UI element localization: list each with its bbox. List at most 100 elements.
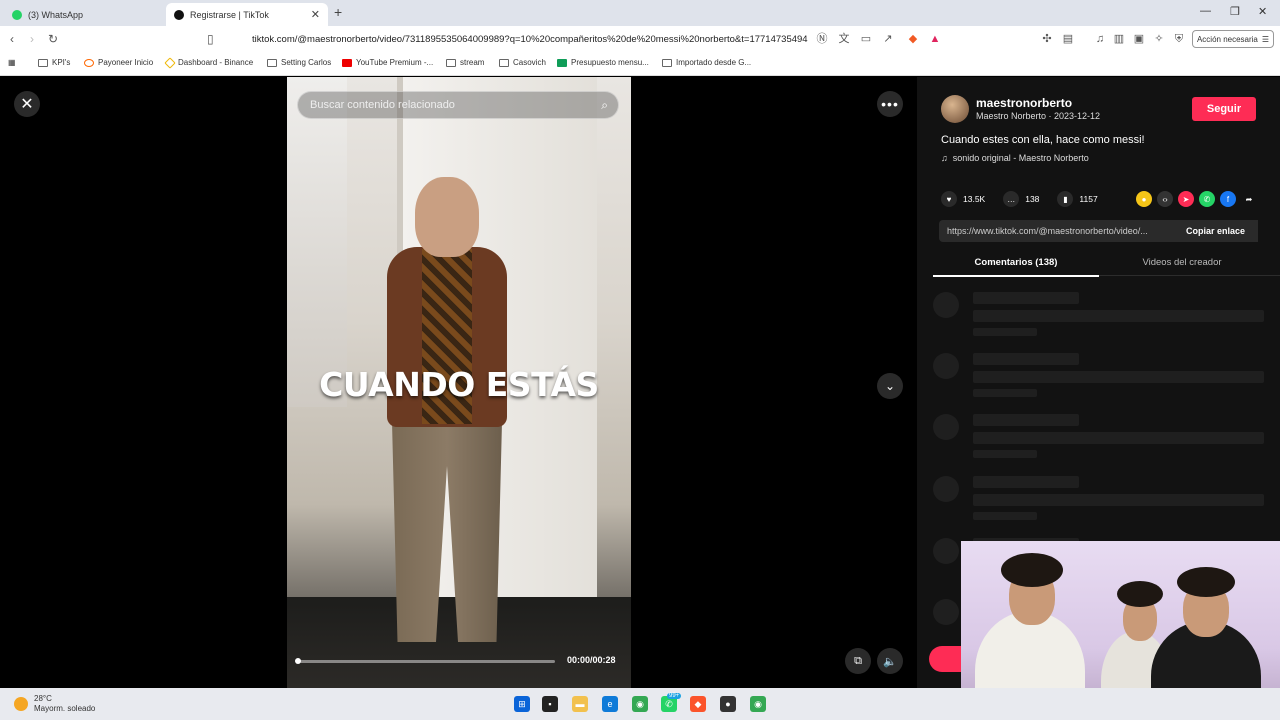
maximize-icon[interactable]: ❐	[1230, 5, 1240, 18]
sun-icon	[14, 697, 28, 711]
youtube-icon	[342, 58, 352, 67]
new-tab-button[interactable]: +	[334, 4, 342, 20]
author-date: Maestro Norberto · 2023-12-12	[976, 111, 1101, 121]
comment-icon: …	[1003, 191, 1020, 207]
coin-icon[interactable]: ●	[1136, 191, 1152, 207]
payoneer-icon	[84, 58, 94, 67]
whatsapp-icon[interactable]: ✆	[1199, 191, 1215, 207]
folder-icon	[267, 58, 277, 67]
chrome-icon[interactable]: ◉	[632, 696, 648, 712]
follow-button[interactable]: Seguir	[1192, 97, 1256, 121]
video-stage: ✕ Buscar contenido relacionado ⌕ CUANDO …	[0, 77, 917, 688]
progress-knob[interactable]	[295, 658, 301, 664]
temperature: 28°C	[34, 694, 52, 703]
music-link[interactable]: ♫ sonido original - Maestro Norberto	[941, 153, 1089, 163]
comment-button[interactable]: … 138	[1003, 191, 1039, 207]
bookmark-item[interactable]: Payoneer Inicio	[84, 58, 153, 67]
brave-icon[interactable]: ◆	[690, 696, 706, 712]
music-note-icon: ♫	[941, 153, 948, 163]
avatar[interactable]	[941, 95, 969, 123]
url-field[interactable]: tiktok.com/@maestronorberto/video/731189…	[228, 29, 808, 49]
bookmarks-bar: ▦ KPI's Payoneer Inicio Dashboard - Bina…	[0, 52, 1280, 76]
video-progress-bar[interactable]	[295, 658, 555, 664]
weather-widget[interactable]: 28°C Mayorm. soleado	[14, 694, 95, 714]
reload-icon[interactable]: ↻	[48, 32, 58, 46]
volume-icon[interactable]: 🔈	[877, 648, 903, 674]
more-options-icon[interactable]: •••	[877, 91, 903, 117]
translate-icon[interactable]: 文	[837, 32, 851, 46]
comment-skeleton	[933, 414, 1273, 464]
weather-status: Mayorm. soleado	[34, 704, 96, 713]
share-page-icon[interactable]: ↗	[881, 32, 895, 46]
close-icon[interactable]: ✕	[14, 91, 40, 117]
search-icon[interactable]: ⌕	[601, 98, 608, 113]
panel-icon[interactable]: ▥	[1112, 32, 1126, 46]
video-time: 00:00/00:28	[567, 655, 616, 665]
menu-icon: ☰	[1261, 34, 1270, 44]
comment-skeleton	[933, 353, 1273, 403]
bookmark-item[interactable]: Dashboard - Binance	[164, 56, 253, 69]
video-subject	[367, 177, 547, 657]
minimize-icon[interactable]: —	[1200, 5, 1211, 17]
leo-icon[interactable]: ✧	[1152, 32, 1166, 46]
like-button[interactable]: ♥ 13.5K	[941, 191, 985, 207]
send-icon[interactable]: ➤	[1178, 191, 1194, 207]
comment-skeleton	[933, 476, 1273, 526]
bookmark-item[interactable]: YouTube Premium -...	[342, 58, 433, 67]
binance-icon	[164, 56, 176, 69]
file-explorer-icon[interactable]: ▬	[572, 696, 588, 712]
related-search-input[interactable]: Buscar contenido relacionado ⌕	[297, 91, 619, 119]
brave-rewards-icon[interactable]: ▲	[928, 32, 942, 46]
facebook-icon[interactable]: f	[1220, 191, 1236, 207]
start-icon[interactable]: ⊞	[514, 696, 530, 712]
reader-icon[interactable]: Ⓝ	[815, 32, 829, 46]
username[interactable]: maestronorberto	[976, 96, 1072, 110]
chrome-profile-icon[interactable]: ◉	[750, 696, 766, 712]
copy-link-button[interactable]: Copiar enlace	[1173, 220, 1258, 242]
folder-icon	[662, 58, 672, 67]
forward-icon[interactable]: ›	[30, 32, 34, 46]
tab-whatsapp[interactable]: (3) WhatsApp	[4, 3, 164, 26]
obs-icon[interactable]: ●	[720, 696, 736, 712]
sidebar-icon[interactable]: ▤	[1061, 32, 1075, 46]
vpn-icon[interactable]: ⛨	[1172, 32, 1186, 46]
task-view-icon[interactable]: ▪	[542, 696, 558, 712]
bookmark-item[interactable]: stream	[446, 58, 484, 67]
extensions-icon[interactable]: ✣	[1040, 32, 1054, 46]
cast-icon[interactable]: ▭	[859, 32, 873, 46]
embed-icon[interactable]: ‹›	[1157, 191, 1173, 207]
edge-icon[interactable]: e	[602, 696, 618, 712]
sheets-icon	[557, 58, 567, 67]
whatsapp-icon	[12, 9, 22, 20]
bookmark-item[interactable]: KPI's	[38, 58, 70, 67]
music-icon[interactable]: ♫	[1093, 32, 1107, 46]
share-icons: ● ‹› ➤ ✆ f ➦	[1136, 191, 1257, 207]
bookmark-icon: ▮	[1057, 191, 1074, 207]
tab-title: (3) WhatsApp	[28, 9, 84, 20]
bookmark-item[interactable]: Casovich	[499, 58, 546, 67]
close-tab-icon[interactable]: ✕	[311, 8, 320, 21]
tab-tiktok[interactable]: Registrarse | TikTok ✕	[166, 3, 328, 26]
chevron-down-icon[interactable]: ⌄	[877, 373, 903, 399]
save-button[interactable]: ▮ 1157	[1057, 191, 1098, 207]
bookmark-icon[interactable]: ▯	[207, 32, 214, 46]
folder-icon	[499, 58, 509, 67]
share-arrow-icon[interactable]: ➦	[1241, 191, 1257, 207]
bookmark-item[interactable]: Importado desde G...	[662, 58, 751, 67]
pip-icon[interactable]: ⧉	[845, 648, 871, 674]
action-needed-button[interactable]: Acción necesaria ☰	[1192, 30, 1274, 48]
brave-shield-icon[interactable]: ◆	[906, 32, 920, 46]
bookmark-item[interactable]: Setting Carlos	[267, 58, 331, 67]
comment-skeleton	[933, 292, 1273, 342]
tab-comments[interactable]: Comentarios (138)	[933, 257, 1099, 277]
video-caption: CUANDO ESTÁS	[319, 365, 599, 404]
apps-icon[interactable]: ▦	[8, 58, 16, 67]
video-player[interactable]: Buscar contenido relacionado ⌕ CUANDO ES…	[287, 77, 631, 688]
back-icon[interactable]: ‹	[10, 32, 14, 46]
tab-title: Registrarse | TikTok	[190, 9, 269, 20]
close-window-icon[interactable]: ✕	[1258, 5, 1267, 18]
wallet-icon[interactable]: ▣	[1132, 32, 1146, 46]
bookmark-item[interactable]: Presupuesto mensu...	[557, 58, 649, 67]
folder-icon	[38, 58, 48, 67]
tab-creator-videos[interactable]: Videos del creador	[1099, 257, 1265, 268]
